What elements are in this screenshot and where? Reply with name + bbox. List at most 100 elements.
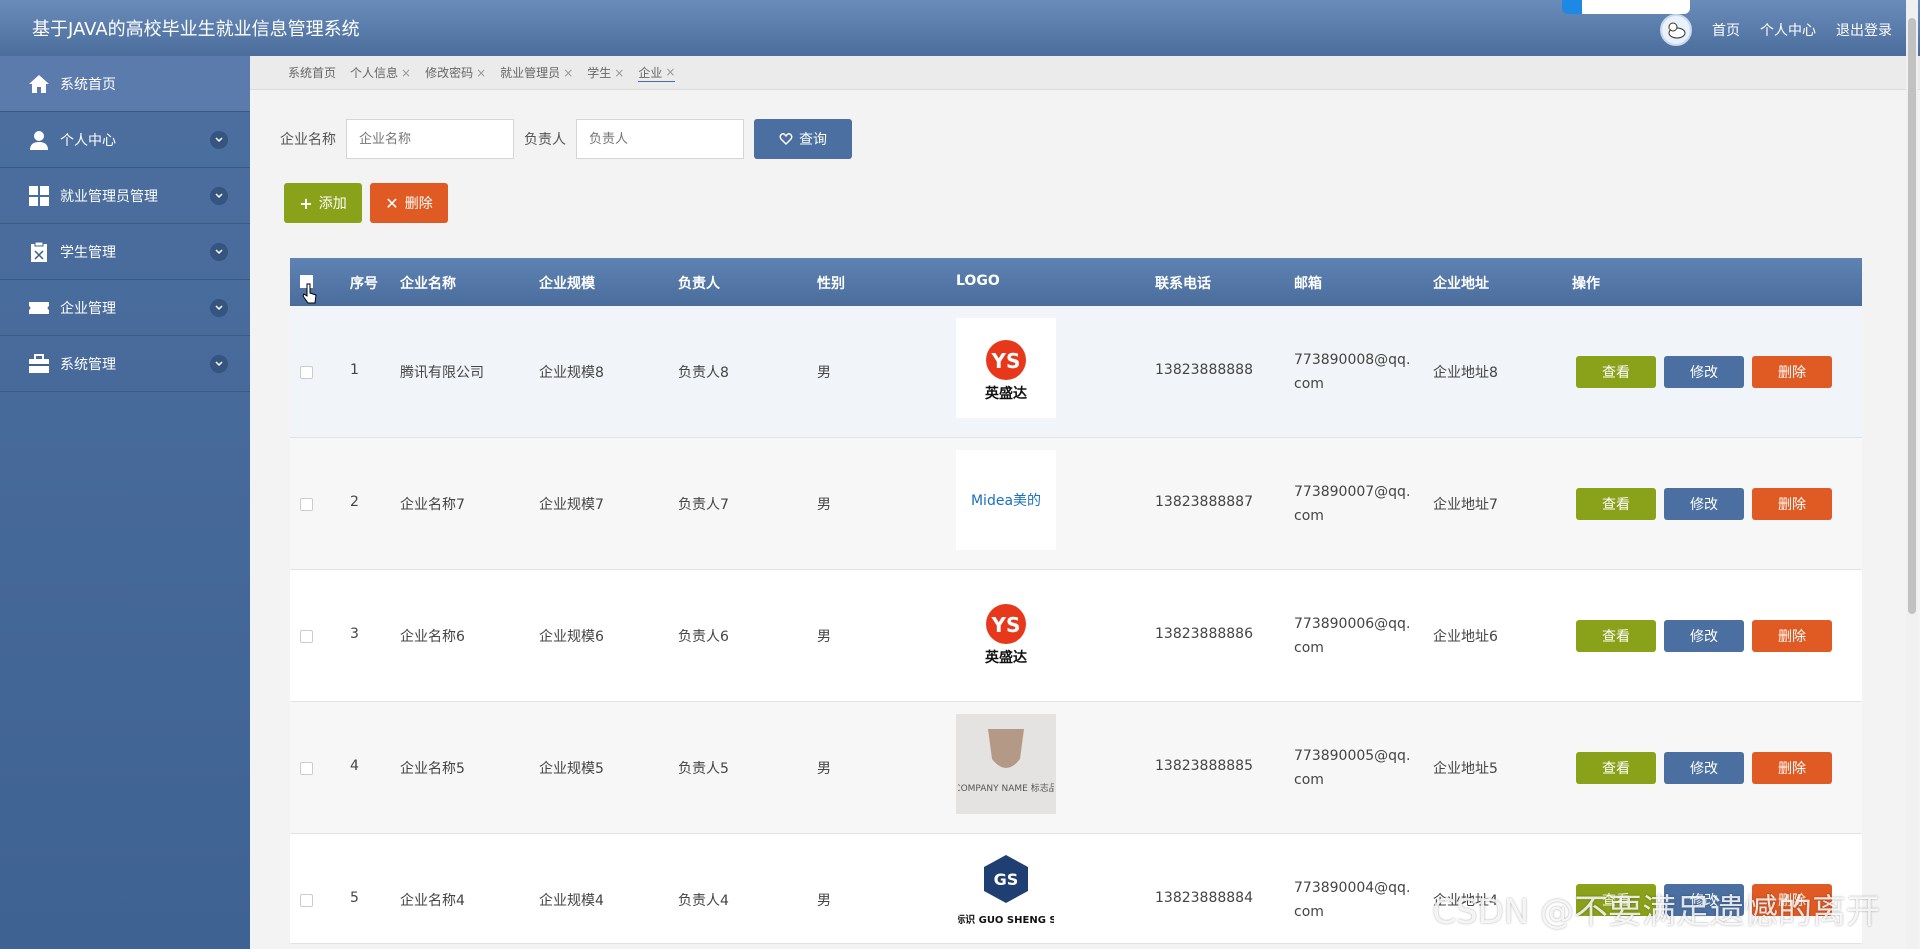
gender: 男: [817, 629, 831, 645]
logout-link[interactable]: 退出登录: [1836, 20, 1892, 40]
company-logo: COMPANY NAME 标志品: [956, 714, 1056, 814]
row-checkbox[interactable]: [300, 762, 313, 775]
svg-text:英盛达: 英盛达: [984, 385, 1027, 402]
company-name: 企业名称5: [400, 761, 465, 777]
svg-text:COMPANY NAME 标志品: COMPANY NAME 标志品: [958, 782, 1054, 794]
email: 773890006@qq.com: [1294, 616, 1411, 656]
close-icon: ✕: [385, 193, 399, 213]
sidebar-item-profile[interactable]: 个人中心: [0, 112, 250, 168]
tab-admin[interactable]: 就业管理员 ×: [500, 64, 573, 81]
email: 773890007@qq.com: [1294, 484, 1411, 524]
close-icon[interactable]: ×: [614, 66, 624, 80]
manager-input[interactable]: [576, 119, 744, 159]
briefcase-icon: [28, 353, 50, 375]
phone: 13823888885: [1155, 758, 1253, 774]
header-cell: 操作: [1572, 276, 1600, 292]
delete-button[interactable]: 删除: [1752, 356, 1832, 388]
view-button[interactable]: 查看: [1576, 752, 1656, 784]
clipboard-icon: [28, 241, 50, 263]
view-button[interactable]: 查看: [1576, 356, 1656, 388]
delete-label: 删除: [404, 196, 433, 212]
sidebar: 系统首页 个人中心 就业管理员管理 学生管理 企业管理 系统管理: [0, 56, 250, 949]
sidebar-item-label: 学生管理: [60, 244, 116, 261]
email: 773890005@qq.com: [1294, 748, 1411, 788]
close-icon[interactable]: ×: [401, 66, 411, 80]
sidebar-item-companies[interactable]: 企业管理: [0, 280, 250, 336]
bulk-delete-button[interactable]: ✕ 删除: [370, 183, 448, 223]
profile-link[interactable]: 个人中心: [1760, 20, 1816, 40]
edit-button[interactable]: 修改: [1664, 752, 1744, 784]
chevron-down-icon[interactable]: [210, 243, 228, 261]
chevron-down-icon[interactable]: [210, 187, 228, 205]
email: 773890004@qq.com: [1294, 880, 1411, 920]
table-row: 1 腾讯有限公司 企业规模8 负责人8 男 YS 英盛达 13823888888…: [290, 306, 1862, 438]
duck-icon: [1668, 22, 1686, 39]
close-icon[interactable]: ×: [665, 65, 675, 79]
avatar[interactable]: [1660, 14, 1692, 46]
company-scale: 企业规模5: [539, 761, 604, 777]
search-bar: 企业名称 负责人 查询: [280, 119, 852, 159]
sidebar-item-system[interactable]: 系统管理: [0, 336, 250, 392]
tab-companies[interactable]: 企业 ×: [638, 64, 676, 82]
company-table: 序号 企业名称 企业规模 负责人 性别 LOGO 联系电话 邮箱 企业地址 操作…: [290, 258, 1862, 944]
chevron-down-icon[interactable]: [210, 355, 228, 373]
close-icon[interactable]: ×: [476, 66, 486, 80]
header-cell: 负责人: [678, 276, 720, 292]
floating-chip: [1562, 0, 1690, 14]
home-link[interactable]: 首页: [1712, 20, 1740, 40]
edit-button[interactable]: 修改: [1664, 488, 1744, 520]
tab-home[interactable]: 系统首页: [288, 64, 336, 81]
header-cell: 企业地址: [1433, 276, 1489, 292]
header-cell: 联系电话: [1155, 276, 1211, 292]
sidebar-item-label: 系统管理: [60, 356, 116, 373]
sidebar-item-home[interactable]: 系统首页: [0, 56, 250, 112]
company-name-input[interactable]: [346, 119, 514, 159]
company-scale: 企业规模8: [539, 365, 604, 381]
delete-button[interactable]: 删除: [1752, 752, 1832, 784]
gender: 男: [817, 761, 831, 777]
manager: 负责人7: [678, 497, 729, 513]
sidebar-item-label: 企业管理: [60, 300, 116, 317]
tab-personal-info[interactable]: 个人信息 ×: [350, 64, 411, 81]
tab-label: 系统首页: [288, 66, 337, 80]
svg-text:YS: YS: [991, 613, 1021, 637]
svg-text:Midea美的: Midea美的: [971, 493, 1041, 509]
row-number: 2: [350, 494, 359, 510]
close-icon[interactable]: ×: [563, 66, 573, 80]
chevron-down-icon[interactable]: [210, 131, 228, 149]
row-checkbox[interactable]: [300, 894, 313, 907]
row-number: 4: [350, 758, 359, 774]
row-checkbox[interactable]: [300, 630, 313, 643]
view-button[interactable]: 查看: [1576, 620, 1656, 652]
sidebar-item-admin[interactable]: 就业管理员管理: [0, 168, 250, 224]
user-icon: [28, 129, 50, 151]
query-label: 查询: [799, 132, 827, 148]
manager: 负责人6: [678, 629, 729, 645]
page-scrollbar[interactable]: [1906, 0, 1918, 949]
row-checkbox[interactable]: [300, 498, 313, 511]
svg-text:GS: GS: [994, 870, 1019, 889]
view-button[interactable]: 查看: [1576, 488, 1656, 520]
row-checkbox[interactable]: [300, 366, 313, 379]
delete-button[interactable]: 删除: [1752, 488, 1832, 520]
company-scale: 企业规模4: [539, 893, 604, 909]
query-button[interactable]: 查询: [754, 119, 852, 159]
tab-students[interactable]: 学生 ×: [587, 64, 624, 81]
company-logo: YS 英盛达: [956, 318, 1056, 418]
header-cell: 企业名称: [400, 276, 456, 292]
edit-button[interactable]: 修改: [1664, 620, 1744, 652]
svg-text:英盛达: 英盛达: [984, 649, 1027, 666]
tab-label: 修改密码: [425, 66, 474, 80]
address: 企业地址6: [1433, 629, 1498, 645]
delete-button[interactable]: 删除: [1752, 620, 1832, 652]
tab-label: 就业管理员: [500, 66, 561, 80]
edit-button[interactable]: 修改: [1664, 356, 1744, 388]
add-button[interactable]: + 添加: [284, 183, 362, 223]
tab-label: 企业: [638, 65, 663, 80]
sidebar-item-students[interactable]: 学生管理: [0, 224, 250, 280]
scrollbar-thumb[interactable]: [1908, 18, 1916, 614]
company-logo: GS 国圣标识 GUO SHENG SIGN: [956, 846, 1056, 942]
email: 773890008@qq.com: [1294, 352, 1411, 392]
tab-change-password[interactable]: 修改密码 ×: [425, 64, 486, 81]
chevron-down-icon[interactable]: [210, 299, 228, 317]
